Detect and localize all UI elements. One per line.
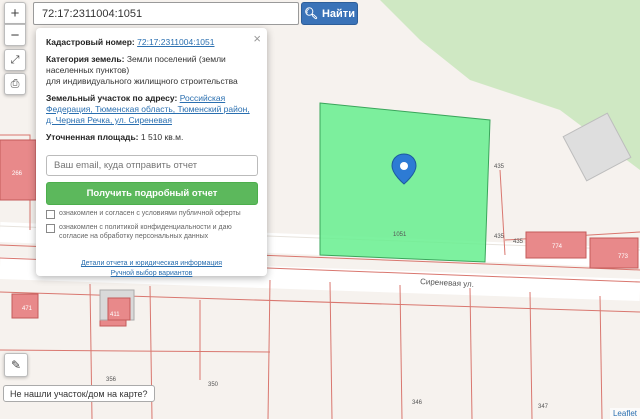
- cadastral-link[interactable]: 72:17:2311004:1051: [137, 37, 214, 47]
- manual-select-link[interactable]: Ручной выбор вариантов: [46, 269, 257, 279]
- area-row: Уточненная площадь: 1 510 кв.м.: [46, 132, 257, 143]
- offer-checkbox-label: ознакомлен и согласен с условиями публич…: [59, 210, 241, 217]
- parcel-number-label: 774: [552, 244, 563, 250]
- search-icon: 🔍︎: [304, 8, 318, 20]
- parcel-number-label: 347: [538, 404, 549, 410]
- building-266: [0, 139, 37, 201]
- privacy-checkbox-row: ознакомлен с политикой конфиденциальност…: [46, 223, 257, 241]
- plot-number-label: 1051: [393, 232, 407, 238]
- offer-checkbox-row: ознакомлен и согласен с условиями публич…: [46, 209, 257, 219]
- parcel-number-label: 471: [22, 306, 33, 312]
- parcel-info-popup: × Кадастровый номер: 72:17:2311004:1051 …: [36, 28, 267, 279]
- parcel-number-label: 435: [494, 234, 505, 240]
- category-use: для индивидуального жилищного строительс…: [46, 76, 238, 86]
- parcel-number-label: 350: [208, 382, 219, 388]
- parcel-number-label: 773: [618, 254, 629, 260]
- search-input[interactable]: [33, 2, 299, 25]
- category-row: Категория земель: Земли поселений (земли…: [46, 54, 257, 87]
- privacy-checkbox[interactable]: [46, 224, 55, 233]
- cadastral-row: Кадастровый номер: 72:17:2311004:1051: [46, 37, 257, 48]
- ruler-icon[interactable]: ✎: [4, 353, 28, 377]
- area-label: Уточненная площадь:: [46, 132, 139, 142]
- parcel-number-label: 435: [513, 239, 524, 245]
- zoom-out-button[interactable]: −: [4, 24, 26, 46]
- close-icon[interactable]: ×: [253, 31, 261, 46]
- category-label: Категория земель:: [46, 54, 125, 64]
- parcel-number-label: 356: [106, 377, 117, 383]
- get-report-button[interactable]: Получить подробный отчет: [46, 182, 258, 205]
- address-row: Земельный участок по адресу: Российская …: [46, 93, 257, 126]
- parcel-number-label: 435: [494, 164, 505, 170]
- email-field[interactable]: [46, 155, 258, 176]
- print-icon[interactable]: ⎙: [4, 73, 26, 95]
- address-label: Земельный участок по адресу:: [46, 93, 178, 103]
- area-value: 1 510 кв.м.: [140, 132, 184, 142]
- details-link[interactable]: Детали отчета и юридическая информация: [46, 259, 257, 269]
- parcel-number-label: 346: [412, 400, 423, 406]
- offer-checkbox[interactable]: [46, 210, 55, 219]
- parcel-number-label: 411: [110, 312, 120, 318]
- privacy-checkbox-label: ознакомлен с политикой конфиденциальност…: [59, 224, 232, 240]
- zoom-in-button[interactable]: +: [4, 2, 26, 24]
- fullscreen-icon[interactable]: ⤢: [4, 49, 26, 71]
- not-found-button[interactable]: Не нашли участок/дом на карте?: [3, 385, 155, 402]
- search-button[interactable]: 🔍︎ Найти: [301, 2, 358, 25]
- cadastral-label: Кадастровый номер:: [46, 37, 135, 47]
- search-button-label: Найти: [321, 7, 355, 20]
- attribution-link[interactable]: Leaflet: [609, 408, 640, 419]
- parcel-number-label: 266: [12, 171, 23, 177]
- building-773: [589, 237, 639, 269]
